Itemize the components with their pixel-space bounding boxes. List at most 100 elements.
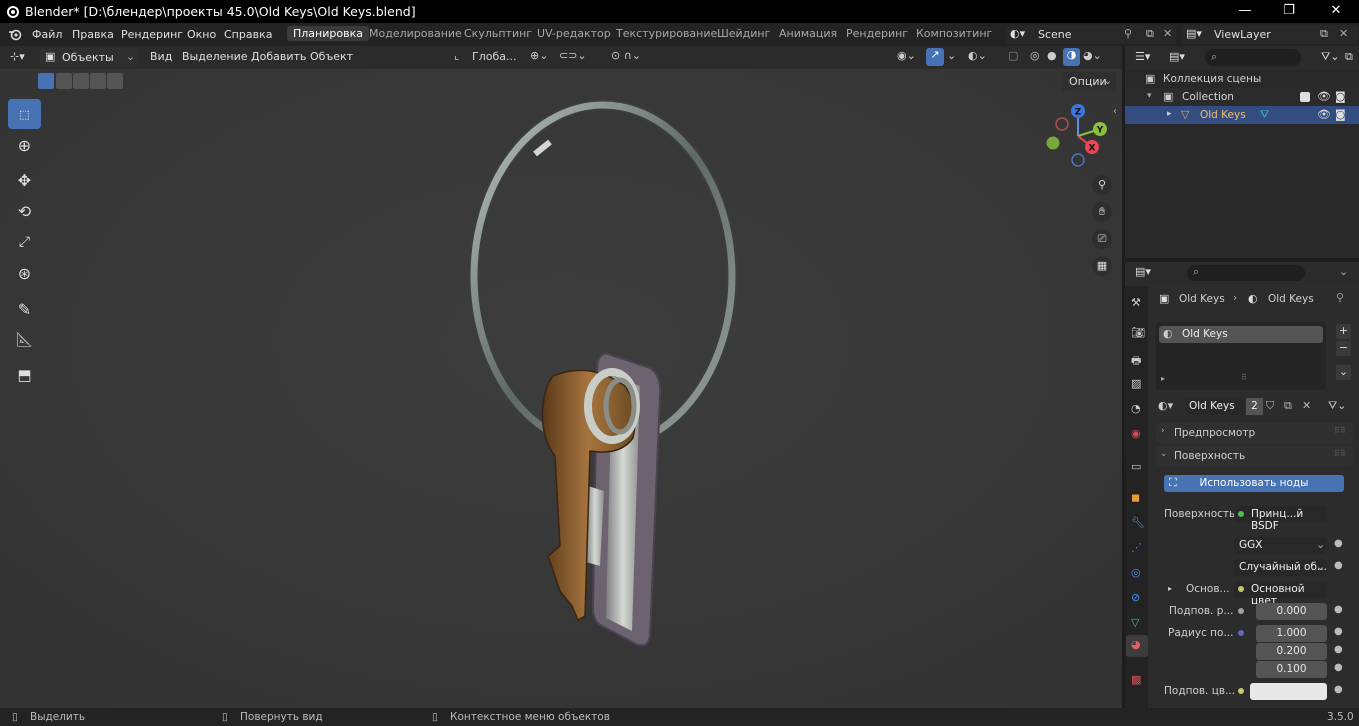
add-cube-tool[interactable]: ⬒ <box>8 360 41 390</box>
drag-handle-icon[interactable]: ⠿⠿ <box>1334 426 1346 435</box>
outliner-row-collection[interactable]: ▾ ▣ Collection 👁︎ ◙ <box>1125 88 1359 106</box>
mesh-data-icon[interactable]: ⛛ <box>1260 108 1269 122</box>
editor-type-icon[interactable]: ⊹▾ <box>10 50 25 63</box>
subsurface-method-dropdown[interactable]: Случайный об... ⌄ <box>1234 559 1327 576</box>
camera-icon[interactable]: ⎚ <box>1092 229 1112 249</box>
link-mode-icon[interactable]: ⛛⌄ <box>1328 399 1346 413</box>
transform-tool[interactable]: ⊛ <box>8 258 41 288</box>
radius-y-field[interactable]: 0.200 <box>1256 643 1327 660</box>
fake-user-icon[interactable]: ⛉ <box>1266 399 1274 413</box>
maximize-button[interactable]: ❐ <box>1266 0 1312 23</box>
select-invert-icon[interactable] <box>90 73 106 89</box>
tab-animation[interactable]: Анимация <box>779 27 837 40</box>
radius-x-field[interactable]: 1.000 <box>1256 625 1327 642</box>
output-tab-icon[interactable]: 🖶︎ <box>1131 352 1143 367</box>
tab-uv-editing[interactable]: UV-редактор <box>537 27 611 40</box>
render-camera-icon[interactable]: ◙ <box>1335 108 1346 121</box>
tab-modeling[interactable]: Моделирование <box>369 27 462 40</box>
delete-viewlayer-icon[interactable]: ✕ <box>1339 27 1348 40</box>
new-viewlayer-icon[interactable]: ⧉ <box>1320 27 1328 41</box>
distribution-dropdown[interactable]: GGX ⌄ <box>1234 537 1327 554</box>
gizmo-dropdown-icon[interactable]: ⌄ <box>947 49 956 62</box>
constraints-tab-icon[interactable]: ⊘ <box>1131 591 1143 604</box>
new-collection-icon[interactable]: ⧉ <box>1345 50 1353 64</box>
collection-tab-icon[interactable]: ▭ <box>1131 460 1143 473</box>
keyframe-dot-icon[interactable]: ● <box>1334 560 1343 571</box>
pin-icon[interactable]: ⚲ <box>1336 291 1344 304</box>
display-mode-icon[interactable]: ▤▾ <box>1169 50 1185 63</box>
mesh-data-tab-icon[interactable]: ▽ <box>1131 616 1143 629</box>
resize-handle-icon[interactable]: ⠿ <box>1241 373 1247 382</box>
radius-z-field[interactable]: 0.100 <box>1256 661 1327 678</box>
rendered-shading-icon[interactable]: ◕⌄ <box>1083 49 1102 62</box>
select-intersect-icon[interactable] <box>107 73 123 89</box>
eye-icon[interactable]: 👁︎ <box>1317 90 1331 103</box>
add-slot-button[interactable]: + <box>1336 324 1351 339</box>
material-browse-icon[interactable]: ◐▾ <box>1158 399 1173 412</box>
menu-add[interactable]: Добавить <box>251 50 306 63</box>
render-camera-icon[interactable]: ◙ <box>1335 90 1346 103</box>
menu-file[interactable]: Файл <box>32 28 62 41</box>
view-layer-tab-icon[interactable]: ▨ <box>1131 377 1143 390</box>
tool-tab-icon[interactable]: ⚒ <box>1131 296 1143 309</box>
snap-icon[interactable]: ⊂⊃⌄ <box>559 49 587 62</box>
keyframe-dot-icon[interactable]: ● <box>1334 538 1343 549</box>
outliner-search-input[interactable]: ⌕ <box>1205 49 1301 66</box>
tab-rendering[interactable]: Рендеринг <box>846 27 908 40</box>
modifier-wrench-icon[interactable]: 🔧︎ <box>1131 516 1145 529</box>
menu-view[interactable]: Вид <box>150 50 172 63</box>
particles-tab-icon[interactable]: ⋰ <box>1131 541 1143 554</box>
pivot-icon[interactable]: ⊕⌄ <box>530 49 548 62</box>
options-dropdown[interactable]: Опции ⌄ <box>1062 72 1116 91</box>
material-slot-item[interactable]: ◐ Old Keys <box>1159 326 1323 343</box>
preview-panel-header[interactable]: › Предпросмотр ⠿⠿ <box>1156 423 1353 443</box>
navigation-gizmo[interactable]: Z Y X <box>1042 100 1114 172</box>
chevron-down-icon[interactable]: ⌄ <box>1339 265 1348 278</box>
overlays-icon[interactable]: ◐⌄ <box>968 49 987 62</box>
menu-object[interactable]: Объект <box>310 50 353 63</box>
keyframe-dot-icon[interactable]: ● <box>1334 684 1343 695</box>
gizmo-toggle-icon[interactable]: ↗ <box>926 48 944 66</box>
viewlayer-selector[interactable]: ▤▾ ViewLayer ⧉ ✕ <box>1182 25 1358 44</box>
subsurface-field[interactable]: 0.000 <box>1256 603 1327 620</box>
unlink-material-icon[interactable]: ✕ <box>1302 399 1311 412</box>
tab-compositing[interactable]: Композитинг <box>916 27 992 40</box>
mode-dropdown[interactable]: ▣ Объекты ⌄ <box>40 48 138 67</box>
use-nodes-button[interactable]: ⛶ Использовать ноды <box>1164 475 1344 492</box>
outliner-row-scene-collection[interactable]: ▣ Коллекция сцены <box>1125 70 1359 88</box>
delete-scene-icon[interactable]: ✕ <box>1163 27 1172 40</box>
exclude-checkbox[interactable] <box>1300 92 1310 102</box>
tab-sculpting[interactable]: Скульптинг <box>464 27 532 40</box>
visibility-icon[interactable]: ◉⌄ <box>897 49 916 62</box>
close-button[interactable]: ✕ <box>1313 0 1359 23</box>
measure-tool[interactable]: 📐︎ <box>8 325 41 355</box>
transform-orientation[interactable]: ⌞ Глоба... <box>452 49 522 66</box>
drag-handle-icon[interactable]: ⠿⠿ <box>1334 449 1346 458</box>
keyframe-dot-icon[interactable]: ● <box>1334 626 1343 637</box>
3d-viewport[interactable] <box>0 46 1122 708</box>
properties-search-input[interactable]: ⌕ <box>1187 265 1305 281</box>
physics-tab-icon[interactable]: ◎ <box>1131 566 1143 579</box>
menu-help[interactable]: Справка <box>224 28 272 41</box>
user-count[interactable]: 2 <box>1246 398 1263 415</box>
move-tool[interactable]: ✥ <box>8 165 41 195</box>
surface-panel-header[interactable]: ⌄ Поверхность ⠿⠿ <box>1156 446 1353 466</box>
select-extend-icon[interactable] <box>56 73 72 89</box>
grid-ortho-icon[interactable]: ▦ <box>1092 256 1112 276</box>
pin-icon[interactable]: ⚲ <box>1124 27 1132 40</box>
xray-icon[interactable]: ▢ <box>1008 49 1018 62</box>
eye-icon[interactable]: 👁︎ <box>1317 108 1331 121</box>
remove-slot-button[interactable]: − <box>1336 341 1351 356</box>
new-scene-icon[interactable]: ⧉ <box>1146 27 1154 41</box>
menu-window[interactable]: Окно <box>187 28 216 41</box>
expand-arrow-icon[interactable]: ▸ <box>1167 109 1172 119</box>
texture-tab-icon[interactable]: ▩ <box>1131 673 1143 686</box>
render-tab-icon[interactable]: 📷︎ <box>1131 326 1145 339</box>
pan-hand-icon[interactable]: ✋︎ <box>1092 202 1112 222</box>
blender-menu-icon[interactable] <box>8 28 22 41</box>
menu-select[interactable]: Выделение <box>182 50 248 63</box>
select-new-icon[interactable] <box>38 73 54 89</box>
base-color-link-field[interactable]: Основной цвет <box>1234 581 1327 607</box>
expand-arrow-icon[interactable]: ▸ <box>1168 584 1172 593</box>
keyframe-dot-icon[interactable]: ● <box>1334 662 1343 673</box>
